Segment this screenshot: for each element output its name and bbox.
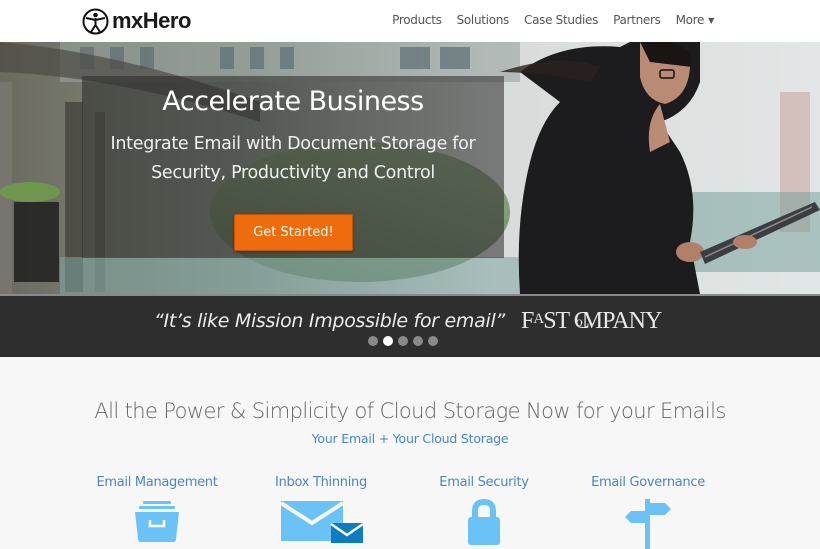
carousel-dots (368, 336, 438, 346)
feature-email-management[interactable]: Email Management (77, 475, 237, 542)
file-cabinet-icon (135, 501, 179, 542)
nav-more-label: More (675, 13, 705, 27)
nav-partners[interactable]: Partners (613, 13, 661, 27)
get-started-button[interactable]: Get Started! (234, 214, 353, 251)
carousel-dot-4[interactable] (413, 336, 423, 346)
feature-label[interactable]: Email Management (77, 475, 237, 490)
hero-subtitle: Integrate Email with Document Storage fo… (82, 130, 504, 188)
main-nav: Products Solutions Case Studies Partners… (377, 13, 714, 27)
signpost-icon (625, 499, 671, 549)
feature-email-security[interactable]: Email Security (404, 475, 564, 545)
caret-down-icon: ▼ (708, 16, 714, 25)
nav-products[interactable]: Products (392, 13, 442, 27)
hero-banner: Accelerate Business Integrate Email with… (0, 42, 820, 294)
testimonial-quote: “It’s like Mission Impossible for email” (154, 310, 505, 332)
lock-icon (468, 499, 500, 545)
vitruvian-man-icon (82, 8, 109, 34)
envelope-icon (279, 501, 363, 543)
hero-subtitle-line1: Integrate Email with Document Storage fo… (110, 134, 476, 154)
site-header: mxHero Products Solutions Case Studies P… (0, 0, 820, 42)
carousel-dot-1[interactable] (368, 336, 378, 346)
feature-label[interactable]: Email Security (404, 475, 564, 490)
feature-label[interactable]: Inbox Thinning (241, 475, 401, 490)
carousel-dot-2[interactable] (383, 336, 393, 346)
features-subtitle: Your Email + Your Cloud Storage (311, 431, 509, 446)
fast-company-logo: FAST CoMPANY (521, 308, 662, 334)
nav-more[interactable]: More ▼ (675, 13, 715, 27)
hero-caption-box: Accelerate Business Integrate Email with… (82, 76, 504, 258)
features-title: All the Power & Simplicity of Cloud Stor… (94, 399, 726, 423)
carousel-dot-3[interactable] (398, 336, 408, 346)
carousel-dot-5[interactable] (428, 336, 438, 346)
testimonial-band: “It’s like Mission Impossible for email”… (0, 294, 820, 357)
nav-case-studies[interactable]: Case Studies (524, 13, 598, 27)
hero-subtitle-line2: Security, Productivity and Control (151, 163, 435, 183)
logo-text: mxHero (112, 8, 191, 33)
feature-label[interactable]: Email Governance (568, 475, 728, 490)
hero-title: Accelerate Business (162, 86, 424, 117)
nav-solutions[interactable]: Solutions (457, 13, 510, 27)
features-section: All the Power & Simplicity of Cloud Stor… (0, 357, 820, 549)
feature-inbox-thinning[interactable]: Inbox Thinning (241, 475, 401, 543)
logo[interactable]: mxHero (82, 6, 191, 36)
feature-email-governance[interactable]: Email Governance (568, 475, 728, 549)
